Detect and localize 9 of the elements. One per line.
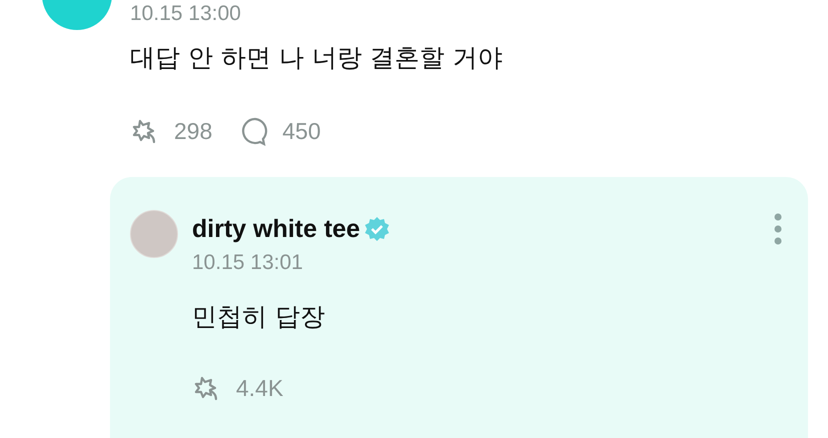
post-text: 대답 안 하면 나 너랑 결혼할 거야 (130, 42, 504, 74)
avatar-photo-placeholder[interactable] (130, 210, 178, 258)
post-time: 10.15 13:00 (130, 1, 242, 27)
comment-count: 450 (282, 118, 321, 144)
user-name[interactable]: dirty white tee (192, 214, 360, 244)
reply-time: 10.15 13:01 (192, 250, 304, 276)
like-count: 298 (174, 118, 212, 144)
like-count: 4.4K (236, 374, 284, 402)
reply-text: 민첩히 답장 (192, 301, 326, 333)
